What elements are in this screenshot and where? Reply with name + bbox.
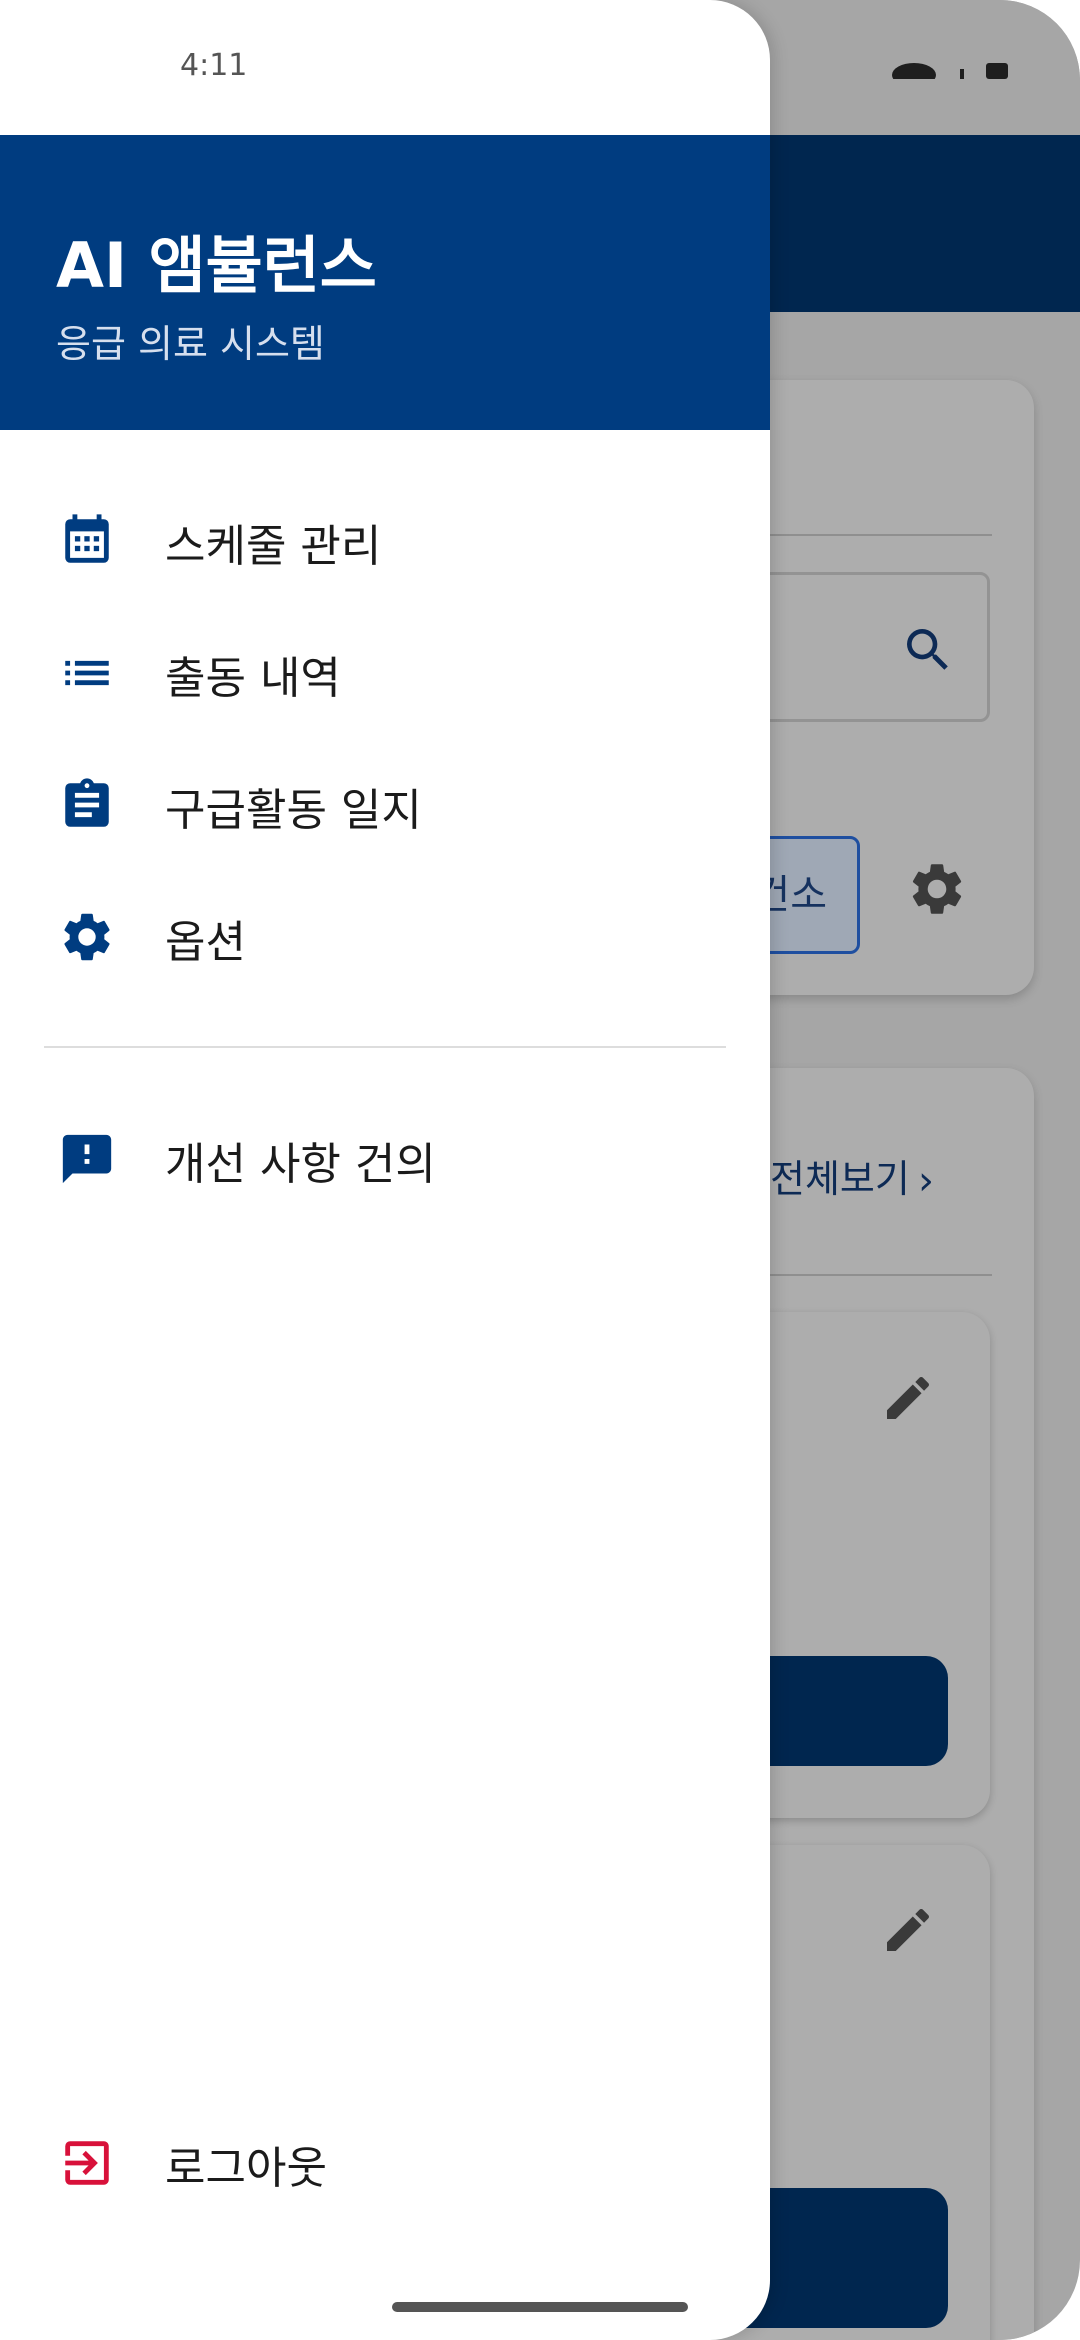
- edit-pencil-icon: [887, 1908, 930, 1951]
- menu-label-options: 옵션: [165, 917, 246, 968]
- gear-icon: [64, 913, 110, 961]
- menu-item-options[interactable]: 옵션: [0, 876, 770, 996]
- drawer-header: AI 앰뷸런스 응급 의료 시스템: [0, 135, 770, 430]
- edit-pencil-icon: [887, 1376, 930, 1419]
- status-icons: [890, 48, 1010, 88]
- menu-label-feedback: 개선 사항 건의: [165, 1139, 436, 1190]
- calendar-icon: [65, 514, 109, 563]
- clipboard-icon: [65, 778, 109, 827]
- settings-gear-icon: [912, 864, 962, 914]
- menu-label-schedule: 스케줄 관리: [165, 521, 382, 572]
- drawer-divider: [44, 1046, 726, 1048]
- status-time: 4:11: [180, 48, 248, 83]
- search-icon: [907, 629, 948, 670]
- menu-item-dispatch-history[interactable]: 출동 내역: [0, 612, 770, 732]
- background-view-all: 전체보기: [770, 1157, 910, 1201]
- logout-icon: [65, 2141, 109, 2185]
- menu-item-feedback[interactable]: 개선 사항 건의: [0, 1098, 770, 1218]
- feedback-icon: [62, 1134, 112, 1184]
- menu-item-schedule[interactable]: 스케줄 관리: [0, 480, 770, 600]
- navigation-drawer: 4:11 AI 앰뷸런스 응급 의료 시스템 스케줄 관리 출동 내역 구급활동…: [0, 0, 770, 2340]
- drawer-title: AI 앰뷸런스: [56, 229, 377, 302]
- menu-label-logout: 로그아웃: [165, 2143, 327, 2194]
- list-icon: [65, 660, 109, 686]
- menu-item-activity-log[interactable]: 구급활동 일지: [0, 744, 770, 864]
- wifi-battery-icon: [892, 63, 1008, 87]
- gesture-navigation-bar[interactable]: [392, 2302, 688, 2312]
- menu-label-dispatch-history: 출동 내역: [165, 653, 341, 704]
- menu-item-logout[interactable]: 로그아웃: [0, 2102, 770, 2222]
- drawer-subtitle: 응급 의료 시스템: [56, 322, 325, 366]
- menu-label-activity-log: 구급활동 일지: [165, 785, 422, 836]
- chevron-right-icon: ›: [918, 1158, 934, 1204]
